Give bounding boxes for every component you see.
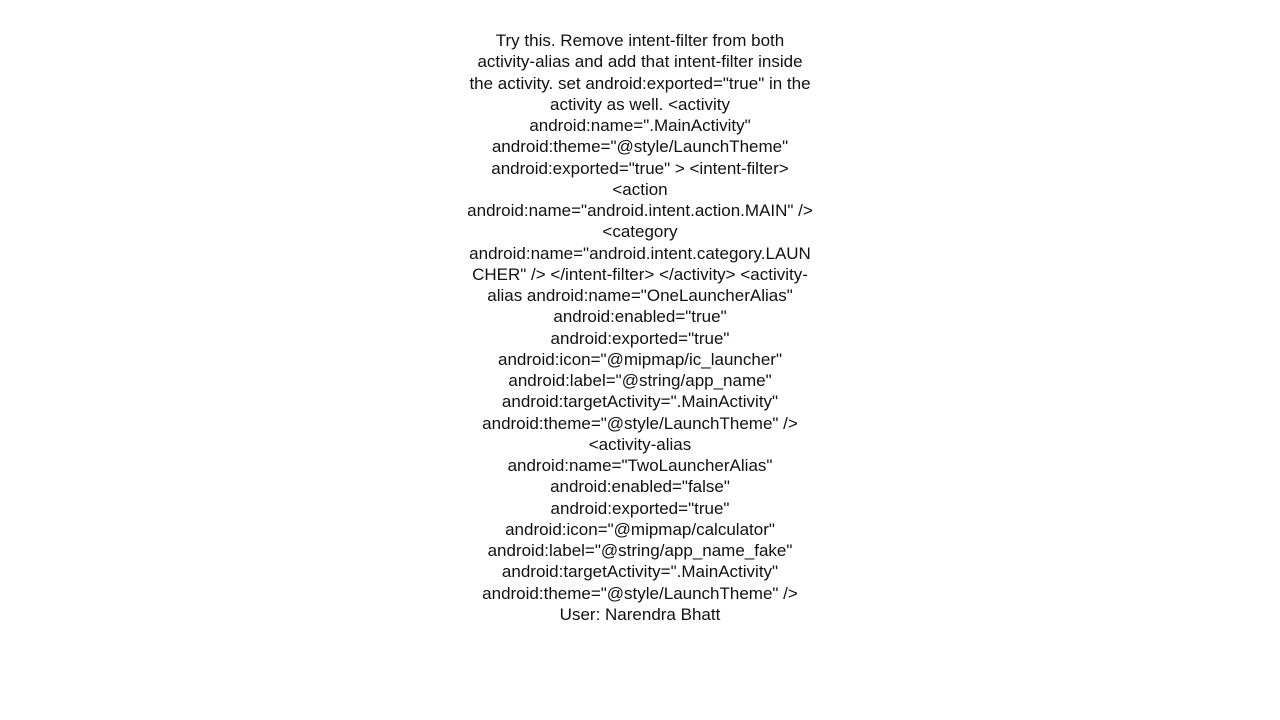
answer-body: Try this. Remove intent-filter from both… [467, 31, 813, 603]
answer-post: Try this. Remove intent-filter from both… [465, 30, 815, 625]
user-name: Narendra Bhatt [605, 605, 720, 624]
user-label: User: [560, 605, 605, 624]
